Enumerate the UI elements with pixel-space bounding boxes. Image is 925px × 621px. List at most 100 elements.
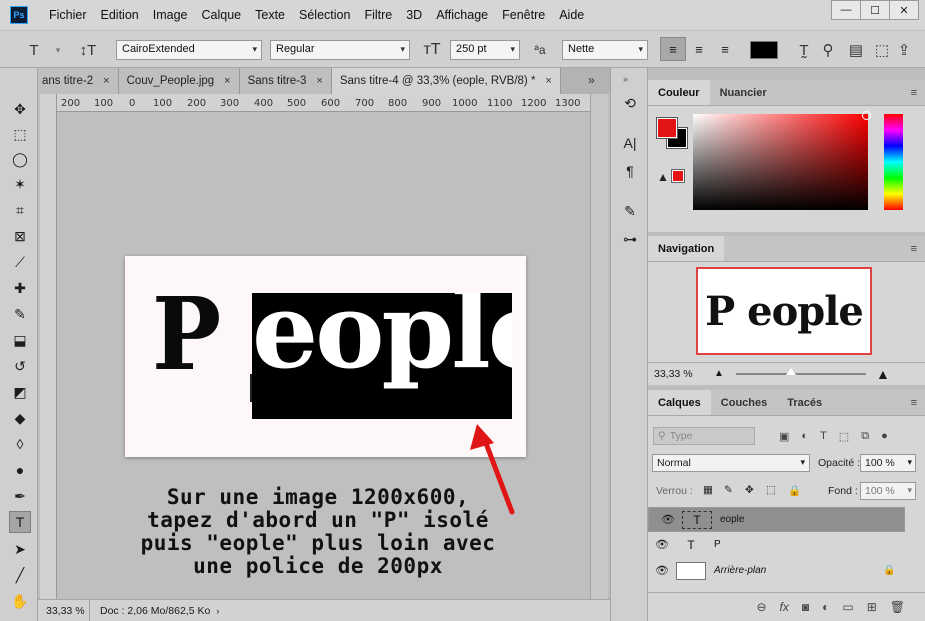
stamp-tool-icon[interactable]: ⬓	[9, 329, 31, 351]
filter-text-icon[interactable]: T	[820, 430, 827, 442]
frame-tool-icon[interactable]: ⊠	[9, 225, 31, 247]
menu-edition[interactable]: Edition	[94, 8, 146, 22]
search-icon[interactable]: ⚲	[818, 40, 838, 60]
blend-mode-select[interactable]: Normal ▾	[652, 454, 810, 472]
type-tool-icon[interactable]: T	[9, 511, 31, 533]
healing-tool-icon[interactable]: ✚	[9, 277, 31, 299]
foreground-color-swatch[interactable]	[656, 117, 678, 139]
hand-tool-icon[interactable]: ✋	[9, 590, 31, 612]
adjustment-layer-icon[interactable]: ◐	[822, 600, 829, 614]
font-family-select[interactable]: CairoExtended ▾	[116, 40, 262, 60]
menu-fenetre[interactable]: Fenêtre	[495, 8, 552, 22]
pen-tool-icon[interactable]: ✒	[9, 485, 31, 507]
tab-couches[interactable]: Couches	[711, 390, 777, 415]
menu-aide[interactable]: Aide	[552, 8, 591, 22]
eraser-tool-icon[interactable]: ◩	[9, 381, 31, 403]
panel-menu-icon[interactable]: ≡	[911, 397, 917, 409]
close-icon[interactable]: ×	[224, 75, 230, 87]
align-center-icon[interactable]: ≡	[686, 37, 712, 61]
filter-toggle-icon[interactable]: ●	[881, 430, 888, 442]
lock-pixels-icon[interactable]: ✎	[724, 484, 733, 496]
adjustments-icon[interactable]: ⊶	[619, 228, 641, 250]
text-tool-preset-icon[interactable]: T	[24, 40, 44, 60]
marquee-tool-icon[interactable]: ⬚	[9, 123, 31, 145]
opacity-field[interactable]: 100 % ▾	[860, 454, 916, 472]
filter-smart-icon[interactable]: ⧉	[861, 430, 869, 443]
align-left-icon[interactable]: ≡	[660, 37, 686, 61]
menu-calque[interactable]: Calque	[195, 8, 249, 22]
tab-nuancier[interactable]: Nuancier	[710, 80, 777, 105]
crop-tool-icon[interactable]: ⌗	[9, 199, 31, 221]
minimize-button[interactable]: —	[831, 0, 861, 20]
visibility-eye-icon[interactable]: 👁	[648, 538, 676, 551]
dodge-tool-icon[interactable]: ●	[9, 459, 31, 481]
panel-menu-icon[interactable]: ≡	[911, 243, 917, 255]
menu-fichier[interactable]: Fichier	[42, 8, 94, 22]
magic-wand-tool-icon[interactable]: ✶	[9, 173, 31, 195]
menu-texte[interactable]: Texte	[248, 8, 292, 22]
menu-selection[interactable]: Sélection	[292, 8, 357, 22]
lock-position-icon[interactable]: ✥	[745, 484, 754, 496]
visibility-eye-icon[interactable]: 👁	[648, 564, 676, 577]
history-brush-tool-icon[interactable]: ↺	[9, 355, 31, 377]
font-style-select[interactable]: Regular ▾	[270, 40, 410, 60]
layer-search-input[interactable]: ⚲ Type	[653, 427, 755, 445]
character-panel-icon[interactable]: ▤	[846, 40, 866, 60]
lock-artboard-icon[interactable]: ⬚	[766, 484, 776, 496]
tab-sans-titre-2[interactable]: ans titre-2 ×	[38, 68, 119, 94]
menu-filtre[interactable]: Filtre	[357, 8, 399, 22]
color-picker-ring[interactable]	[862, 111, 871, 120]
tab-navigation[interactable]: Navigation	[648, 236, 725, 261]
lock-all-icon[interactable]: 🔒	[788, 484, 801, 497]
zoom-slider[interactable]	[736, 368, 866, 375]
hue-slider[interactable]	[884, 114, 903, 210]
tab-couleur[interactable]: Couleur	[648, 80, 710, 105]
zoom-in-icon[interactable]: ▲	[876, 366, 890, 382]
share-icon[interactable]: ⇪	[894, 40, 914, 60]
panel-menu-icon[interactable]: ≡	[911, 87, 917, 99]
navigation-preview[interactable]: P eople	[696, 267, 872, 355]
visibility-eye-icon[interactable]: 👁	[654, 513, 682, 526]
close-button[interactable]: ✕	[889, 0, 919, 20]
navigation-zoom-value[interactable]: 33,33 %	[648, 368, 706, 380]
text-layer-p[interactable]: P	[152, 284, 221, 384]
3d-icon[interactable]: ⬚	[872, 40, 892, 60]
gamut-warning-icon[interactable]: ▲	[657, 170, 669, 184]
gamut-color-swatch[interactable]	[671, 169, 685, 183]
layer-row-p[interactable]: 👁 T P	[648, 532, 905, 557]
lasso-tool-icon[interactable]: ◯	[9, 148, 31, 170]
zoom-out-icon[interactable]: ▲	[714, 368, 724, 379]
filter-pixel-icon[interactable]: ▣	[779, 430, 789, 443]
tab-traces[interactable]: Tracés	[777, 390, 832, 415]
doc-size-info[interactable]: Doc : 2,06 Mo/862,5 Ko	[90, 605, 210, 617]
maximize-button[interactable]: ☐	[860, 0, 890, 20]
vertical-scrollbar[interactable]	[590, 94, 608, 599]
fill-field[interactable]: 100 % ▾	[860, 482, 916, 500]
lock-transparency-icon[interactable]: ▦	[703, 484, 713, 496]
layer-row-background[interactable]: 👁 Arrière-plan 🔒	[648, 558, 905, 583]
preset-dropdown-icon[interactable]: ▾	[48, 40, 68, 60]
layer-row-eople[interactable]: 👁 T eople	[648, 507, 905, 532]
line-tool-icon[interactable]: ╱	[9, 564, 31, 586]
warp-text-icon[interactable]: T̰	[794, 40, 814, 60]
blur-tool-icon[interactable]: ◊	[9, 433, 31, 455]
antialias-select[interactable]: Nette ▾	[562, 40, 648, 60]
zoom-slider-handle[interactable]	[786, 368, 796, 375]
character-panel-icon[interactable]: A|	[619, 132, 641, 154]
text-color-swatch[interactable]	[750, 41, 778, 59]
zoom-field[interactable]: 33,33 %	[38, 600, 90, 621]
tab-calques[interactable]: Calques	[648, 390, 711, 415]
fx-icon[interactable]: fx	[780, 600, 789, 614]
new-layer-icon[interactable]: ⊞	[867, 600, 877, 614]
close-icon[interactable]: ×	[103, 75, 109, 87]
chevron-right-icon[interactable]: ›	[216, 606, 219, 616]
eyedropper-tool-icon[interactable]: ⟋	[9, 251, 31, 273]
menu-3d[interactable]: 3D	[399, 8, 429, 22]
close-icon[interactable]: ×	[316, 75, 322, 87]
link-layers-icon[interactable]: ⊖	[756, 600, 766, 614]
menu-image[interactable]: Image	[146, 8, 195, 22]
text-layer-eople-selected[interactable]: eople	[252, 293, 512, 419]
layer-name[interactable]: P	[714, 539, 905, 550]
brush-tool-icon[interactable]: ✎	[9, 303, 31, 325]
toggle-orientation-icon[interactable]: ↕T	[78, 40, 98, 60]
